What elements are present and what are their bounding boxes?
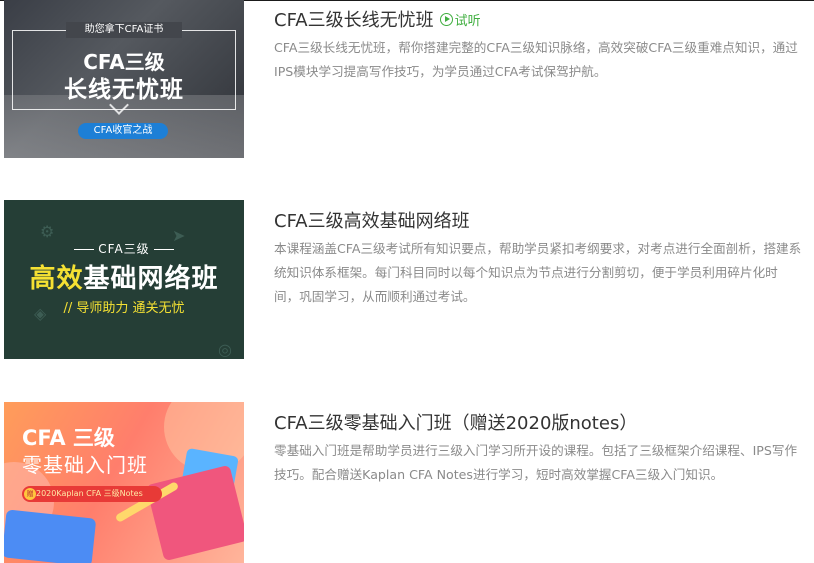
course-title-row: CFA三级高效基础网络班 — [274, 207, 804, 233]
thumbnail-tagline: // 导师助力 通关无忧 — [63, 301, 185, 316]
book-illustration — [145, 464, 244, 562]
thumbnail-heading: CFA 三级 — [22, 426, 115, 450]
play-icon — [439, 12, 453, 26]
gift-coin-icon: 赠 — [24, 488, 36, 500]
course-thumbnail[interactable]: CFA 三级 零基础入门班 赠 2020Kaplan CFA 三级Notes — [4, 402, 244, 563]
thumbnail-top-text: 助您拿下CFA证书 — [66, 22, 182, 38]
course-title-row: CFA三级长线无忧班 试听 — [274, 6, 804, 32]
book-illustration — [4, 509, 97, 563]
course-info: CFA三级长线无忧班 试听 CFA三级长线无忧班，帮你搭建完整的CFA三级知识脉… — [274, 0, 804, 84]
globe-icon: ◎ — [218, 340, 232, 359]
thumbnail-gift-pill: 赠 2020Kaplan CFA 三级Notes — [22, 486, 162, 502]
network-icon: ⚙ — [40, 222, 55, 241]
gift-text: 2020Kaplan CFA 三级Notes — [36, 489, 143, 498]
course-info: CFA三级零基础入门班（赠送2020版notes） 零基础入门班是帮助学员进行三… — [274, 402, 804, 487]
thumbnail-line-2: 长线无忧班 — [64, 77, 184, 103]
course-item-long-term: 助您拿下CFA证书 CFA三级 长线无忧班 CFA收官之战 CFA三级长线无忧班… — [4, 0, 814, 160]
thumbnail-subtitle: CFA三级 — [4, 240, 244, 257]
course-description: CFA三级长线无忧班，帮你搭建完整的CFA三级知识脉络，高效突破CFA三级重难点… — [274, 40, 798, 79]
course-item-basic-online: ⚙ ➤ ◈ ◎ CFA三级 高效基础网络班 // 导师助力 通关无忧 CFA三级… — [4, 200, 814, 360]
course-title-link[interactable]: CFA三级长线无忧班 — [274, 6, 434, 32]
course-description: 零基础入门班是帮助学员进行三级入门学习所开设的课程。包括了三级框架介绍课程、IP… — [274, 443, 798, 482]
trial-button[interactable]: 试听 — [439, 10, 481, 29]
course-title-row: CFA三级零基础入门班（赠送2020版notes） — [274, 409, 804, 435]
thumbnail-badge: CFA收官之战 — [78, 123, 168, 139]
course-title-link[interactable]: CFA三级高效基础网络班 — [274, 207, 470, 233]
course-item-zero-basic: CFA 三级 零基础入门班 赠 2020Kaplan CFA 三级Notes C… — [4, 402, 814, 563]
trial-label: 试听 — [454, 13, 481, 29]
course-title-link[interactable]: CFA三级零基础入门班（赠送2020版notes） — [274, 409, 637, 435]
course-description: 本课程涵盖CFA三级考试所有知识要点，帮助学员紧扣考纲要求，对考点进行全面剖析，… — [274, 241, 802, 304]
thumbnail-subheading: 零基础入门班 — [22, 453, 148, 477]
course-thumbnail[interactable]: ⚙ ➤ ◈ ◎ CFA三级 高效基础网络班 // 导师助力 通关无忧 — [4, 200, 244, 359]
course-thumbnail[interactable]: 助您拿下CFA证书 CFA三级 长线无忧班 CFA收官之战 — [4, 0, 244, 158]
thumbnail-main-title: 高效基础网络班 — [29, 264, 219, 294]
course-info: CFA三级高效基础网络班 本课程涵盖CFA三级考试所有知识要点，帮助学员紧扣考纲… — [274, 200, 804, 309]
